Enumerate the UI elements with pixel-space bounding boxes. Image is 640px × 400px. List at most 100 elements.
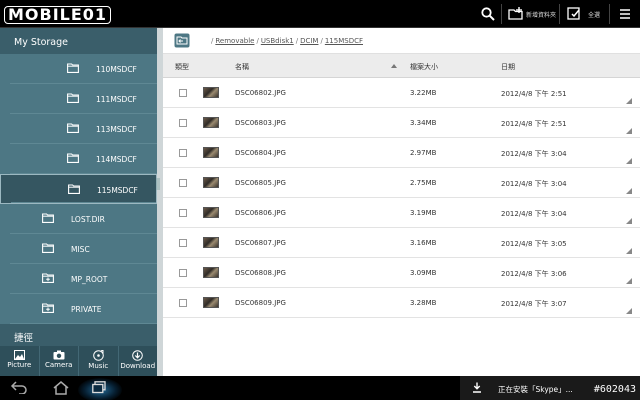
- table-row[interactable]: DSC06807.JPG 3.16MB 2012/4/8 下午 3:05: [163, 228, 640, 258]
- logo-text: MOBILE01: [4, 6, 112, 24]
- folder-plus-icon: [42, 273, 54, 283]
- row-checkbox[interactable]: [179, 149, 187, 157]
- row-corner-icon: [626, 158, 632, 164]
- row-checkbox[interactable]: [179, 209, 187, 217]
- row-corner-icon: [626, 278, 632, 284]
- app-logo: MOBILE01: [4, 5, 112, 25]
- table-row[interactable]: DSC06808.JPG 3.09MB 2012/4/8 下午 3:06: [163, 258, 640, 288]
- sidebar-folder-item[interactable]: LOST.DIR: [0, 204, 157, 234]
- toolbar-separator: [609, 4, 610, 24]
- my-storage-header[interactable]: My Storage: [0, 28, 157, 54]
- search-icon[interactable]: [480, 6, 496, 22]
- sidebar-folder-label: LOST.DIR: [71, 215, 105, 224]
- notification-text: 正在安裝「Skype」...: [498, 385, 573, 394]
- breadcrumb: / Removable / USBdisk1/DCIM/115MSDCF: [209, 37, 363, 45]
- table-row[interactable]: DSC06809.JPG 3.28MB 2012/4/8 下午 3:07: [163, 288, 640, 318]
- table-row[interactable]: DSC06802.JPG 3.22MB 2012/4/8 下午 2:51: [163, 78, 640, 108]
- breadcrumb-segment[interactable]: DCIM: [300, 37, 318, 45]
- sidebar-folder-item[interactable]: PRIVATE: [0, 294, 157, 324]
- column-date[interactable]: 日期: [501, 62, 515, 72]
- row-checkbox[interactable]: [179, 239, 187, 247]
- folder-plus-icon: [42, 303, 54, 313]
- image-thumbnail: [203, 117, 219, 128]
- file-date: 2012/4/8 下午 3:07: [501, 300, 567, 308]
- shortcut-music[interactable]: Music: [79, 346, 119, 376]
- row-corner-icon: [626, 98, 632, 104]
- row-checkbox[interactable]: [179, 179, 187, 187]
- shortcut-picture[interactable]: Picture: [0, 346, 40, 376]
- file-name: DSC06805.JPG: [235, 179, 286, 187]
- shortcut-camera[interactable]: Camera: [40, 346, 79, 376]
- select-all-icon[interactable]: [566, 6, 582, 22]
- table-row[interactable]: DSC06805.JPG 2.75MB 2012/4/8 下午 3:04: [163, 168, 640, 198]
- table-row[interactable]: DSC06804.JPG 2.97MB 2012/4/8 下午 3:04: [163, 138, 640, 168]
- row-corner-icon: [626, 188, 632, 194]
- new-folder-icon[interactable]: [508, 6, 524, 22]
- sidebar-folder-label: MISC: [71, 245, 90, 254]
- file-date: 2012/4/8 下午 2:51: [501, 120, 567, 128]
- back-folder-icon[interactable]: [174, 33, 190, 48]
- row-corner-icon: [626, 248, 632, 254]
- sidebar-folder-label: MP_ROOT: [71, 275, 108, 284]
- sidebar-folder-item[interactable]: MISC: [0, 234, 157, 264]
- select-all-label[interactable]: 全選: [588, 10, 600, 19]
- new-folder-label[interactable]: 新增資料夾: [526, 10, 556, 19]
- sidebar-folder-item[interactable]: 111MSDCF: [0, 84, 157, 114]
- row-corner-icon: [626, 308, 632, 314]
- camera-icon: [53, 350, 65, 360]
- back-icon[interactable]: [10, 380, 28, 394]
- sidebar-folder-label: 111MSDCF: [96, 95, 137, 104]
- breadcrumb-segment[interactable]: USBdisk1: [261, 37, 294, 45]
- recent-apps-icon[interactable]: [92, 381, 106, 394]
- shortcut-download[interactable]: Download: [119, 346, 158, 376]
- file-date: 2012/4/8 下午 3:05: [501, 240, 567, 248]
- file-date: 2012/4/8 下午 3:04: [501, 180, 567, 188]
- file-size: 3.19MB: [410, 209, 437, 217]
- column-size[interactable]: 檔案大小: [410, 62, 438, 72]
- breadcrumb-segment[interactable]: 115MSDCF: [325, 37, 363, 45]
- shortcut-label: Download: [120, 362, 156, 370]
- row-checkbox[interactable]: [179, 119, 187, 127]
- file-size: 2.97MB: [410, 149, 437, 157]
- toolbar-separator: [501, 4, 502, 24]
- picture-icon: [13, 350, 25, 360]
- folder-icon: [67, 63, 79, 73]
- table-row[interactable]: DSC06806.JPG 3.19MB 2012/4/8 下午 3:04: [163, 198, 640, 228]
- menu-icon[interactable]: [617, 6, 633, 22]
- file-date: 2012/4/8 下午 3:04: [501, 150, 567, 158]
- file-date: 2012/4/8 下午 3:04: [501, 210, 567, 218]
- file-name: DSC06809.JPG: [235, 299, 286, 307]
- drag-handle-icon[interactable]: [156, 178, 160, 190]
- image-thumbnail: [203, 177, 219, 188]
- shortcuts-header: 捷徑: [0, 324, 157, 346]
- column-type[interactable]: 類型: [175, 62, 189, 72]
- row-checkbox[interactable]: [179, 299, 187, 307]
- sidebar-folder-item[interactable]: 110MSDCF: [0, 54, 157, 84]
- sidebar-folder-item[interactable]: 115MSDCF: [0, 174, 157, 204]
- row-checkbox[interactable]: [179, 89, 187, 97]
- file-name: DSC06808.JPG: [235, 269, 286, 277]
- sidebar-folder-label: 110MSDCF: [96, 65, 137, 74]
- file-size: 3.09MB: [410, 269, 437, 277]
- sidebar-folder-item[interactable]: 114MSDCF: [0, 144, 157, 174]
- breadcrumb-segment[interactable]: Removable: [215, 37, 254, 45]
- column-name[interactable]: 名稱: [235, 62, 249, 72]
- sort-ascending-icon[interactable]: [391, 64, 397, 68]
- file-date: 2012/4/8 下午 3:06: [501, 270, 567, 278]
- file-size: 3.34MB: [410, 119, 437, 127]
- file-name: DSC06804.JPG: [235, 149, 286, 157]
- row-checkbox[interactable]: [179, 269, 187, 277]
- sidebar-folder-item[interactable]: MP_ROOT: [0, 264, 157, 294]
- table-header: 類型 名稱 檔案大小 日期: [163, 54, 640, 78]
- file-name: DSC06807.JPG: [235, 239, 286, 247]
- file-size: 3.28MB: [410, 299, 437, 307]
- folder-icon: [68, 184, 80, 194]
- file-size: 3.16MB: [410, 239, 437, 247]
- home-icon[interactable]: [52, 380, 70, 395]
- sidebar-folder-label: 113MSDCF: [96, 125, 137, 134]
- sidebar-folder-item[interactable]: 113MSDCF: [0, 114, 157, 144]
- row-divider: [11, 202, 156, 203]
- action-bar: MOBILE01 新增資料夾 全選: [0, 0, 640, 28]
- table-row[interactable]: DSC06803.JPG 3.34MB 2012/4/8 下午 2:51: [163, 108, 640, 138]
- row-corner-icon: [626, 128, 632, 134]
